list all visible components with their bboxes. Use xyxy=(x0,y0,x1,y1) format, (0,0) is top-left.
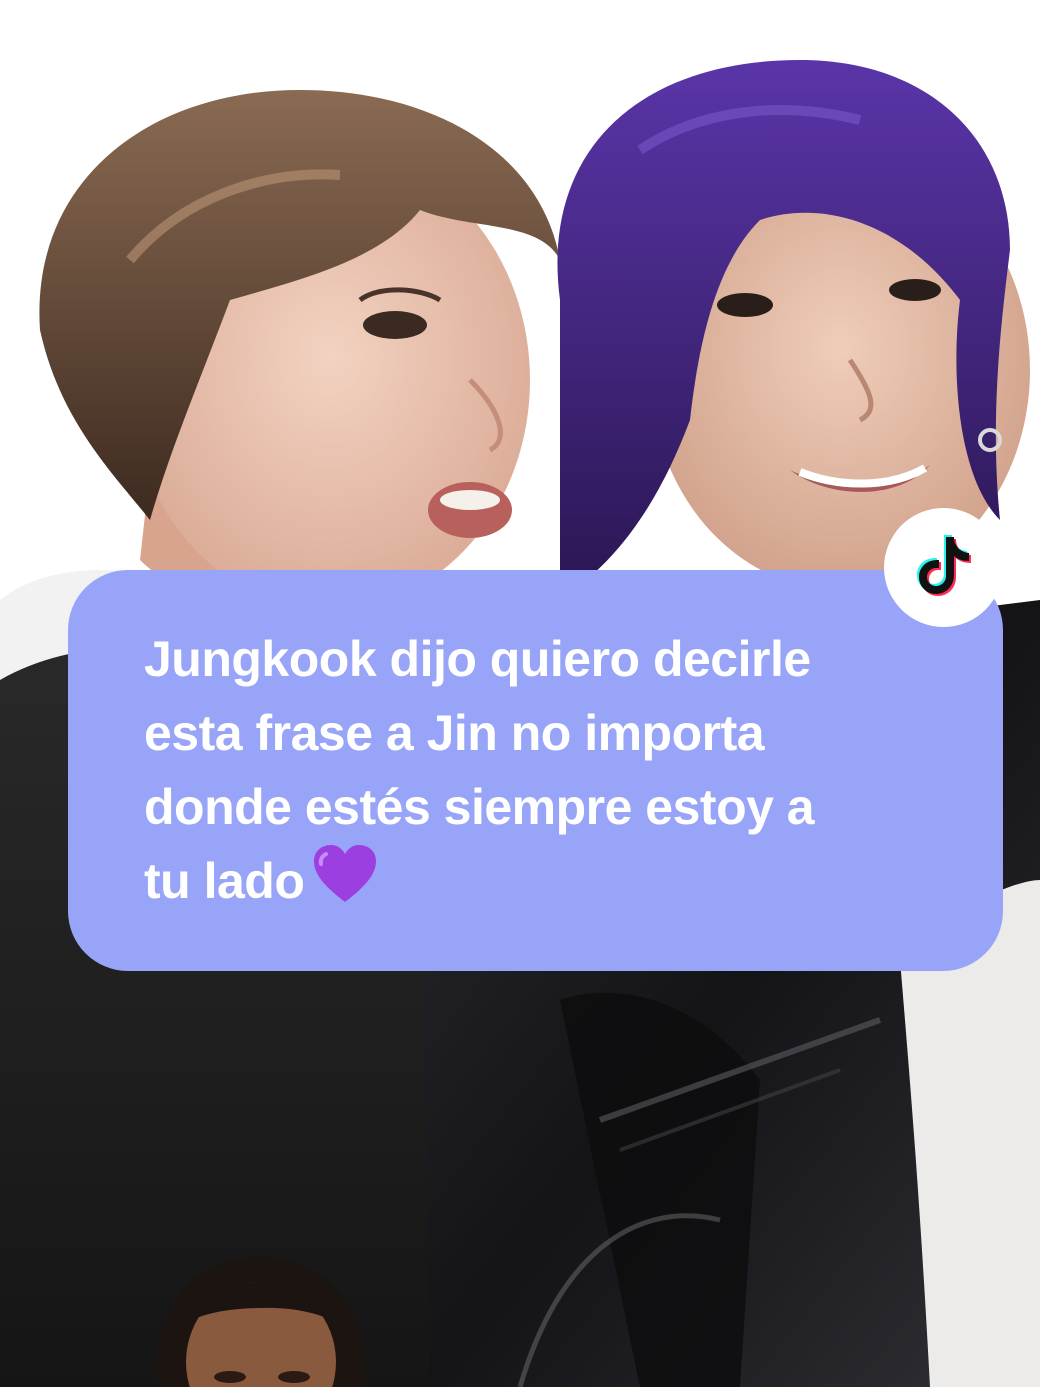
tiktok-badge xyxy=(884,508,1003,627)
caption-bubble: Jungkook dijo quiero decirle esta frase … xyxy=(68,570,1003,971)
reactor-face-image xyxy=(156,1257,366,1387)
tiktok-logo-icon xyxy=(916,534,972,601)
reactor-overlay xyxy=(148,1252,374,1387)
purple-heart-icon xyxy=(312,844,378,924)
caption-text: Jungkook dijo quiero decirle esta frase … xyxy=(144,622,963,924)
